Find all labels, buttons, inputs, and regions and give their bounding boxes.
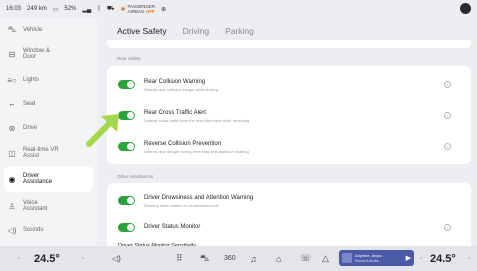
sidebar-item-label: Real-time VR Assist [23, 147, 59, 159]
temp-right-increase[interactable]: › [468, 256, 470, 262]
speaker-icon: ◁) [7, 225, 17, 235]
vr-icon: ◫ [8, 148, 16, 158]
camera-360-icon[interactable]: 360 [224, 255, 236, 262]
status-bar: 16:03 249 km ▭ 52% ▂▄ ᛒ ⛟ ✱ PASSENGER AI… [0, 0, 477, 18]
main-panel: Active Safety Driving Parking Rear Safet… [97, 18, 477, 253]
temp-right[interactable]: 24.5° [430, 253, 456, 265]
lights-icon: ≡○ [7, 75, 17, 85]
sidebar-item-window-door[interactable]: ⊟ Window & Door [0, 40, 97, 68]
sidebar-item-driver-assistance[interactable]: ◉ Driver Assistance [4, 166, 93, 192]
airbag-state: OFF [145, 9, 155, 14]
album-art [342, 253, 352, 263]
chevron-right-icon[interactable]: › [444, 224, 451, 231]
section-rear-safety: Rear Safety [117, 56, 141, 61]
sidebar-item-drive[interactable]: ⊛ Drive [0, 116, 97, 140]
signal-icon: ▂▄ [82, 6, 92, 13]
temp-left-increase[interactable]: › [82, 256, 84, 262]
row-title: Driver Status Monitor [144, 224, 201, 230]
sidebar-item-label: Voice Assistant [23, 200, 48, 212]
reverse-collision-prevention-row[interactable]: Reverse Collision Prevention Detects rea… [107, 135, 471, 159]
temp-left[interactable]: 24.5° [34, 253, 60, 265]
chevron-right-icon[interactable]: › [444, 143, 451, 150]
chevron-right-icon[interactable]: › [444, 81, 451, 88]
sidebar-item-sounds[interactable]: ◁) Sounds [0, 220, 97, 240]
phone-icon[interactable]: ☏ [300, 253, 311, 264]
row-description: Detects cross traffic from the rear blin… [144, 118, 250, 123]
sidebar-item-label: Seat [23, 101, 36, 107]
sidebar-item-voice-assistant[interactable]: ♙ Voice Assistant [0, 192, 97, 220]
sidebar-item-vehicle[interactable]: ⛍ Vehicle [0, 20, 97, 40]
car-menu-icon[interactable]: ⛍ [200, 253, 209, 265]
play-icon[interactable]: ▶ [406, 254, 411, 262]
row-title: Rear Collision Warning [144, 79, 206, 85]
navigation-icon[interactable]: △ [322, 253, 329, 264]
row-title: Reverse Collision Prevention [144, 141, 222, 147]
seat-icon: ⌐ [9, 99, 15, 109]
driver-status-monitor-row[interactable]: Driver Status Monitor › [107, 216, 471, 240]
window-icon: ⊟ [8, 49, 16, 59]
rear-collision-warning-toggle[interactable] [118, 80, 135, 89]
sidebar-item-label: Drive [23, 125, 38, 131]
steering-icon: ⊛ [8, 123, 16, 133]
assist-icon: ◉ [8, 174, 16, 184]
sidebar-item-label: Vehicle [23, 27, 43, 33]
airbag-line2: AIRBAG [127, 9, 145, 14]
home-icon[interactable]: ⌂ [276, 254, 281, 264]
sidebar-item-label: Lights [23, 77, 40, 83]
sidebar-item-vr-assist[interactable]: ◫ Real-time VR Assist [0, 140, 97, 166]
temp-right-decrease[interactable]: ‹ [420, 256, 422, 262]
clock: 16:03 [6, 6, 22, 12]
music-note-icon[interactable]: ♫ [250, 254, 257, 264]
battery-percent: 52% [64, 6, 77, 12]
row-title: Driver Drowsiness and Attention Warning [144, 195, 254, 201]
previous-card-edge [107, 40, 471, 48]
car-status-icon: ⛟ [106, 6, 115, 12]
row-description: Detects rear danger during reversing and… [144, 149, 249, 154]
sidebar-item-seat[interactable]: ⌐ Seat [0, 92, 97, 116]
profile-icon[interactable] [460, 3, 471, 14]
bottom-bar: ‹ 24.5° › ◁) ⠿ ⛍ 360 ♫ ⌂ ☏ △ Anytime, An… [0, 246, 477, 271]
rear-safety-card: Rear Collision Warning Detects rear coll… [107, 66, 471, 164]
now-playing-widget[interactable]: Anytime, Anyw... Recent Audio ▶ [339, 250, 414, 266]
sidebar-item-lights[interactable]: ≡○ Lights [0, 68, 97, 92]
sidebar-item-label: Sounds [23, 227, 44, 233]
chevron-right-icon[interactable]: › [444, 112, 451, 119]
pointer-arrow-icon [86, 114, 119, 147]
row-description: Detects rear collision danger while driv… [144, 87, 218, 92]
airbag-icon: ✱ [120, 6, 126, 13]
driver-drowsiness-row[interactable]: Driver Drowsiness and Attention Warning … [107, 189, 471, 213]
voice-icon: ♙ [8, 201, 16, 211]
airbag-indicator: ✱ PASSENGER AIRBAG OFF [120, 4, 155, 14]
driver-status-monitor-toggle[interactable] [118, 223, 135, 232]
other-assistances-card: Driver Drowsiness and Attention Warning … [107, 183, 471, 253]
car-icon: ⛍ [7, 25, 17, 34]
sidebar-item-label: Window & Door [23, 48, 51, 60]
row-description: Warning driver based on Drowsiness level [144, 203, 219, 208]
range: 249 km [27, 6, 47, 12]
temp-left-decrease[interactable]: ‹ [18, 256, 20, 262]
bluetooth-icon: ᛒ [97, 6, 101, 12]
battery-icon: ▭ [52, 6, 59, 13]
connectivity-icon: ⊕ [161, 6, 167, 13]
rear-collision-warning-row[interactable]: Rear Collision Warning Detects rear coll… [107, 73, 471, 97]
volume-icon[interactable]: ◁) [112, 254, 121, 263]
row-title: Rear Cross Traffic Alert [144, 110, 206, 116]
rear-cross-traffic-alert-row[interactable]: Rear Cross Traffic Alert Detects cross t… [107, 104, 471, 128]
section-other-assistances: Other Assistances [117, 174, 154, 179]
apps-grid-icon[interactable]: ⠿ [176, 253, 183, 264]
settings-sidebar: ⛍ Vehicle ⊟ Window & Door ≡○ Lights ⌐ Se… [0, 18, 97, 246]
sidebar-item-label: Driver Assistance [23, 173, 53, 185]
music-subtitle: Recent Audio [355, 258, 379, 263]
driver-drowsiness-toggle[interactable] [118, 196, 135, 205]
